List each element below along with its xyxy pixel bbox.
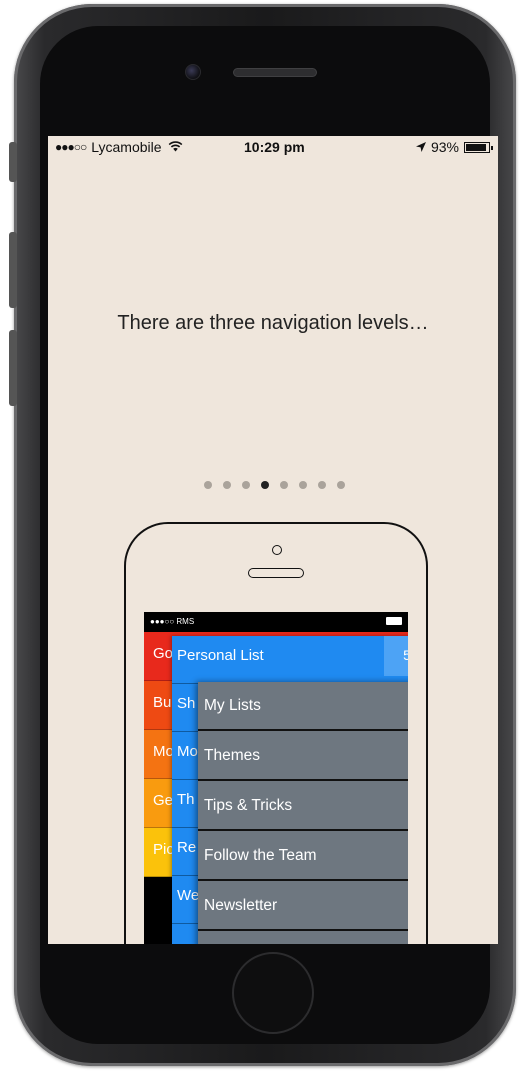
signal-strength-icon: ●●●○○ xyxy=(55,140,87,154)
page-dot[interactable] xyxy=(242,481,250,489)
illustration-camera xyxy=(272,545,282,555)
level3-item-label: Follow the Team xyxy=(204,847,317,864)
illustration-speaker xyxy=(248,568,304,578)
battery-level xyxy=(466,143,487,151)
level2-item-label: Mo xyxy=(177,743,198,760)
earpiece-speaker xyxy=(233,68,317,77)
page-dot[interactable] xyxy=(280,481,288,489)
illustration-status-bar: ●●●○○ RMS xyxy=(144,612,408,632)
volume-down-button xyxy=(9,330,17,406)
page-dot[interactable] xyxy=(299,481,307,489)
level2-item-label: Re xyxy=(177,839,197,856)
page-dot[interactable] xyxy=(318,481,326,489)
illustration-signal: ●●●○○ xyxy=(150,617,175,626)
wifi-icon xyxy=(168,140,183,155)
onboarding-headline: There are three navigation levels… xyxy=(117,312,429,334)
battery-icon xyxy=(464,141,493,153)
battery-percent: 93% xyxy=(430,139,459,155)
level3-item-label: My Lists xyxy=(204,697,261,714)
page-dot[interactable] xyxy=(204,481,212,489)
level3-item: Follow the Team xyxy=(198,832,408,881)
level3-panel: My Lists3 Themes Tips & Tricks Follow the T… xyxy=(198,682,408,944)
mute-switch xyxy=(9,142,17,182)
level3-item-label: Themes xyxy=(204,747,260,764)
status-bar: ●●●○○ Lycamobile 10:29 pm 93% xyxy=(48,136,498,158)
status-time: 10:29 pm xyxy=(244,139,305,155)
level3-item: Themes xyxy=(198,732,408,781)
page-dot[interactable] xyxy=(223,481,231,489)
level2-item: Personal List 5 xyxy=(172,636,408,684)
carrier-name: Lycamobile xyxy=(91,139,162,155)
illustration-battery-icon xyxy=(386,617,402,625)
page-dot[interactable] xyxy=(337,481,345,489)
level2-item-label: We xyxy=(177,887,200,904)
level2-item-label: Sh xyxy=(177,695,196,712)
page-indicator[interactable] xyxy=(204,481,345,491)
screen: ●●●○○ Lycamobile 10:29 pm 93% There are … xyxy=(48,136,498,944)
page-dot[interactable] xyxy=(261,481,269,489)
level3-item-label: Tips & Tricks xyxy=(204,797,293,814)
level3-item-label: Newsletter xyxy=(204,897,278,914)
home-button[interactable] xyxy=(232,952,314,1034)
level3-item: My Lists3 xyxy=(198,682,408,731)
level2-item-label: Th xyxy=(177,791,195,808)
level3-item: Newsletter xyxy=(198,882,408,931)
level2-item-label: Personal List xyxy=(177,647,264,664)
volume-up-button xyxy=(9,232,17,308)
level2-count-badge: 5 xyxy=(384,636,408,676)
front-camera xyxy=(185,64,201,80)
location-arrow-icon xyxy=(415,140,426,155)
illustration-screen: ●●●○○ RMS Go to the gymBuMoGePic Persona… xyxy=(144,612,408,944)
illustration-carrier: RMS xyxy=(176,617,195,626)
level3-item: Tips & Tricks xyxy=(198,782,408,831)
